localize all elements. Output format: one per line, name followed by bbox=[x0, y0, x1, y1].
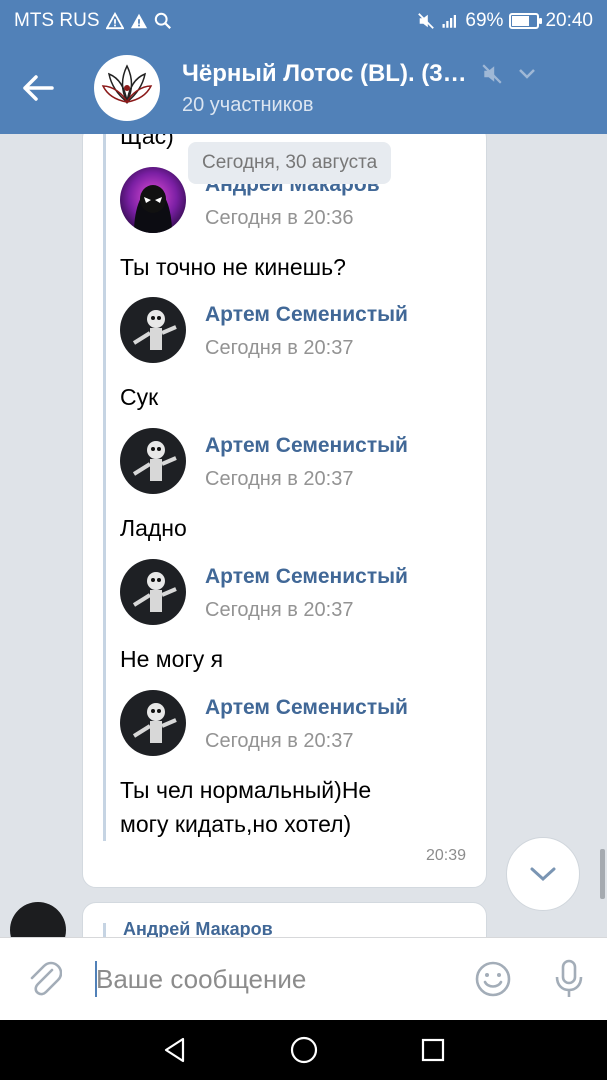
forward-time: Сегодня в 20:37 bbox=[205, 468, 354, 490]
muted-icon bbox=[482, 63, 502, 84]
circle-home-icon bbox=[290, 1036, 317, 1064]
forwarded-text: Щас) bbox=[120, 134, 174, 149]
back-button[interactable] bbox=[0, 42, 76, 134]
chevron-down-icon bbox=[530, 867, 556, 882]
message-list[interactable]: Щас) Андрей Макаров Сегодня в 20:36 Ты т… bbox=[0, 134, 607, 937]
square-recents-icon bbox=[421, 1038, 444, 1062]
message-placeholder: Ваше сообщение bbox=[96, 963, 307, 994]
forwarded-text: Ты точно не кинешь? bbox=[120, 254, 346, 280]
author-name[interactable]: Артем Семенистый bbox=[205, 565, 408, 589]
attach-button[interactable] bbox=[0, 938, 90, 1021]
forward-time: Сегодня в 20:37 bbox=[205, 730, 354, 752]
microphone-icon bbox=[555, 959, 583, 997]
warning-filled-icon bbox=[130, 13, 147, 29]
battery-icon bbox=[509, 13, 543, 29]
carrier-label: MTS RUS bbox=[14, 10, 100, 31]
status-bar: MTS RUS 69% 20:40 bbox=[0, 0, 607, 42]
author-name[interactable]: Артем Семенистый bbox=[205, 434, 408, 458]
forwarded-text: Не могу я bbox=[120, 646, 224, 672]
message-time: 20:39 bbox=[425, 847, 466, 864]
clock: 20:40 bbox=[545, 10, 593, 31]
system-nav-bar bbox=[0, 1020, 607, 1080]
forward-bar bbox=[103, 923, 106, 937]
message-bubble[interactable]: Щас) Андрей Макаров Сегодня в 20:36 Ты т… bbox=[82, 134, 487, 888]
warning-icon bbox=[105, 12, 124, 30]
scroll-down-button[interactable] bbox=[506, 837, 580, 911]
skeleton-avatar[interactable] bbox=[120, 559, 186, 625]
forwarded-text: Сук bbox=[120, 384, 159, 410]
lotus-icon bbox=[99, 60, 155, 116]
forward-bar bbox=[103, 134, 106, 841]
signal-icon bbox=[442, 15, 457, 28]
emoji-button[interactable] bbox=[455, 938, 531, 1021]
voice-record-button[interactable] bbox=[531, 938, 607, 1021]
message-bubble[interactable]: Андрей Макаров bbox=[82, 902, 487, 937]
forward-time: Сегодня в 20:37 bbox=[205, 599, 354, 621]
smile-icon bbox=[475, 961, 511, 997]
chat-header: Чёрный Лотос (BL). (3… 20 участников bbox=[0, 42, 607, 134]
triangle-back-icon bbox=[164, 1037, 184, 1063]
chat-avatar[interactable] bbox=[94, 55, 160, 121]
skeleton-avatar[interactable] bbox=[120, 297, 186, 363]
chevron-down-icon[interactable] bbox=[517, 67, 537, 81]
skeleton-avatar[interactable] bbox=[120, 428, 186, 494]
forward-time: Сегодня в 20:37 bbox=[205, 337, 354, 359]
nav-recents-button[interactable] bbox=[403, 1020, 463, 1080]
battery-percent: 69% bbox=[465, 10, 504, 31]
date-separator: Сегодня, 30 августа bbox=[188, 142, 392, 184]
chat-title-text: Чёрный Лотос (BL). (3… bbox=[182, 59, 467, 87]
chat-subtitle: 20 участников bbox=[182, 93, 314, 116]
author-name[interactable]: Артем Семенистый bbox=[205, 696, 408, 720]
message-input[interactable]: Ваше сообщение bbox=[90, 949, 455, 1009]
paperclip-icon bbox=[30, 961, 62, 996]
skeleton-avatar[interactable] bbox=[120, 690, 186, 756]
scrollbar[interactable] bbox=[600, 849, 605, 899]
composer: Ваше сообщение bbox=[0, 937, 607, 1020]
search-icon bbox=[154, 12, 171, 29]
forwarded-text-line2: могу кидать,но хотел) bbox=[120, 811, 352, 837]
forwarded-text-line1: Ты чел нормальный)Не bbox=[120, 777, 372, 803]
mute-icon bbox=[418, 13, 435, 29]
text-caret bbox=[95, 961, 97, 997]
forwarded-text: Ладно bbox=[120, 515, 187, 541]
spider-avatar[interactable] bbox=[120, 167, 186, 233]
sender-avatar[interactable] bbox=[10, 902, 66, 937]
chat-title[interactable]: Чёрный Лотос (BL). (3… bbox=[182, 60, 537, 88]
author-name[interactable]: Андрей Макаров bbox=[123, 919, 273, 937]
forward-time: Сегодня в 20:36 bbox=[205, 207, 354, 229]
nav-back-button[interactable] bbox=[145, 1020, 205, 1080]
arrow-left-icon bbox=[23, 75, 54, 101]
nav-home-button[interactable] bbox=[274, 1020, 334, 1080]
author-name[interactable]: Артем Семенистый bbox=[205, 303, 408, 327]
